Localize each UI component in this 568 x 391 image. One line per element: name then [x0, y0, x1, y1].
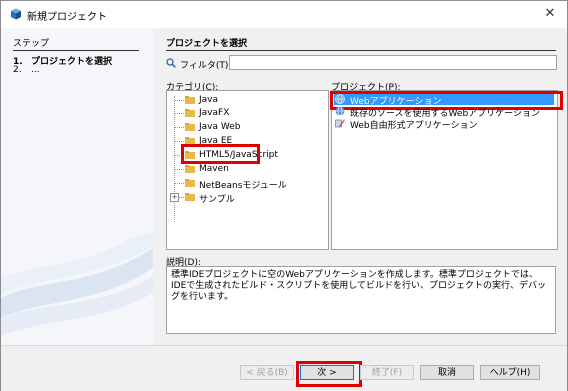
- tree-item-label: JavaFX: [199, 108, 230, 118]
- step-item-2: 2....: [13, 65, 40, 75]
- tree-item-label: サンプル: [199, 195, 235, 205]
- close-button[interactable]: ✕: [541, 5, 559, 23]
- step-label: ...: [31, 65, 40, 75]
- window-title: 新規プロジェクト: [27, 12, 107, 23]
- freeform-project-icon: [335, 119, 345, 128]
- project-item-label: Web自由形式アプリケーション: [350, 121, 478, 131]
- search-icon: [166, 58, 176, 68]
- highlight-box-next: [296, 361, 362, 387]
- expand-icon[interactable]: +: [170, 193, 179, 202]
- tree-guide-line: [174, 96, 175, 222]
- panel-title: プロジェクトを選択: [166, 36, 556, 51]
- projects-list[interactable]: Webアプリケーション 既存のソースを使用するWebアプリケーション Web自由…: [330, 90, 563, 250]
- description-text: 標準IDEプロジェクトに空のWebアプリケーションを作成します。標準プロジェクト…: [166, 266, 556, 334]
- tree-item-label: Java Web: [199, 122, 241, 132]
- filter-label: フィルタ(T):: [180, 61, 232, 71]
- tree-branch-line: [175, 127, 184, 128]
- netbeans-cube-icon: [11, 8, 21, 20]
- steps-title: ステップ: [13, 36, 139, 51]
- finish-button[interactable]: 終了(F): [360, 365, 414, 380]
- categories-tree[interactable]: Java JavaFX Java Web Java EE HTML5/JavaS…: [166, 90, 329, 250]
- globe-icon: [335, 106, 345, 116]
- folder-icon: [185, 123, 195, 131]
- button-bar: < 戻る(B) 次 > 終了(F) 取消 ヘルプ(H): [1, 345, 567, 391]
- step-number: 2.: [13, 65, 22, 75]
- cancel-button[interactable]: 取消: [420, 365, 474, 380]
- tree-branch-line: [179, 197, 184, 198]
- new-project-dialog: 新規プロジェクト ✕ ステップ 1. プロジェクトを選択 2.... プロジェクト…: [0, 0, 568, 391]
- title-bar: 新規プロジェクト ✕: [1, 1, 567, 27]
- highlight-box-java-web: [181, 144, 260, 164]
- folder-icon: [185, 165, 195, 173]
- tree-branch-line: [175, 183, 184, 184]
- folder-icon: [185, 193, 195, 201]
- back-button[interactable]: < 戻る(B): [240, 365, 294, 380]
- folder-icon: [185, 96, 195, 104]
- tree-branch-line: [175, 141, 184, 142]
- project-item-web-application[interactable]: Webアプリケーション: [330, 91, 563, 110]
- tree-branch-line: [175, 169, 184, 170]
- decorative-swoosh: [1, 232, 153, 336]
- help-button[interactable]: ヘルプ(H): [480, 365, 540, 380]
- filter-input[interactable]: [229, 55, 557, 70]
- steps-panel: ステップ 1. プロジェクトを選択 2....: [1, 28, 153, 345]
- main-panel: プロジェクトを選択 フィルタ(T): カテゴリ(C): プロジェクト(P): J…: [153, 28, 567, 345]
- folder-icon: [185, 179, 195, 187]
- folder-icon: [185, 109, 195, 117]
- tree-branch-line: [175, 100, 184, 101]
- tree-item-label: NetBeansモジュール: [199, 181, 287, 191]
- tree-item-label: Maven: [199, 164, 229, 174]
- dialog-content: ステップ 1. プロジェクトを選択 2.... プロジェクトを選択 フィルタ(T…: [1, 28, 567, 345]
- step-label: プロジェクトを選択: [31, 57, 113, 67]
- tree-item-label: Java: [199, 95, 219, 105]
- tree-branch-line: [175, 113, 184, 114]
